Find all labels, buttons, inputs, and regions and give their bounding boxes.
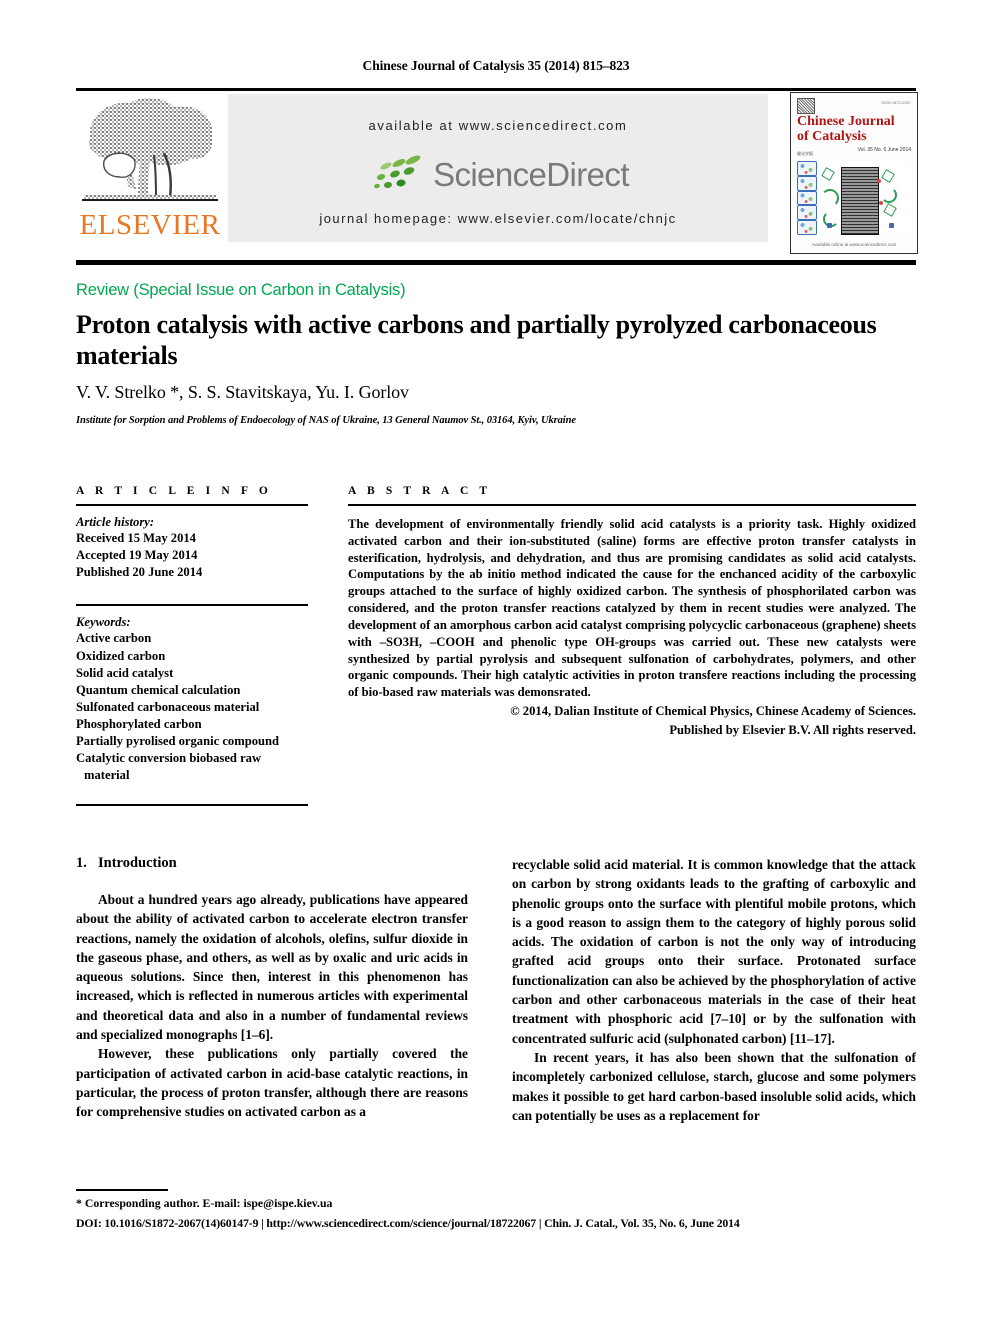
journal-homepage-text: journal homepage: www.elsevier.com/locat… — [319, 211, 677, 226]
body-column-left: 1. Introduction About a hundred years ago… — [76, 855, 468, 1122]
header-bottom-rule — [76, 260, 916, 265]
keyword-item: Oxidized carbon — [76, 648, 166, 663]
elsevier-logo: ELSEVIER — [76, 93, 224, 254]
history-published: Published 20 June 2014 — [76, 565, 203, 580]
page-title: Proton catalysis with active carbons and… — [76, 310, 877, 370]
section-heading-introduction: 1. Introduction — [76, 855, 468, 872]
keyword-item: Solid acid catalyst — [76, 665, 174, 680]
article-history-title: Article history: — [76, 515, 155, 529]
available-at-text: available at www.sciencedirect.com — [368, 118, 628, 133]
cover-title-line1: Chinese Journal — [797, 114, 895, 129]
article-info-heading: A R T I C L E I N F O — [76, 485, 272, 497]
history-accepted: Accepted 19 May 2014 — [76, 548, 198, 563]
author-list: V. V. Strelko *, S. S. Stavitskaya, Yu. … — [76, 382, 409, 402]
journal-article-page: Chinese Journal of Catalysis 35 (2014) 8… — [0, 0, 992, 1323]
cover-square-icon — [827, 223, 832, 228]
cover-title-line2: of Catalysis — [797, 128, 867, 144]
article-info-divider — [76, 504, 308, 506]
journal-cover-thumbnail: ISSN 1872-2067 Chinese Journal of Cataly… — [790, 92, 918, 254]
sciencedirect-logo: ScienceDirect — [228, 150, 768, 198]
article-info-column: A R T I C L E I N F O Article history: R… — [76, 485, 308, 806]
section-title: Introduction — [98, 855, 177, 871]
cover-structure-cell — [797, 161, 817, 176]
keyword-item: Active carbon — [76, 631, 152, 646]
keyword-item: Catalytic conversion biobased raw — [76, 751, 262, 766]
abstract-heading: A B S T R A C T — [348, 485, 492, 497]
elsevier-tree-icon — [82, 98, 218, 201]
keyword-item: Phosphorylated carbon — [76, 717, 202, 731]
article-history-block: Article history: Received 15 May 2014 Ac… — [76, 515, 308, 597]
cover-arrow-icon — [881, 187, 897, 203]
cover-top-bar: ISSN 1872-2067 — [797, 98, 911, 114]
journal-header-band: ELSEVIER available at www.sciencedirect.… — [76, 88, 918, 254]
elsevier-wordmark: ELSEVIER — [79, 209, 221, 241]
cover-hexagon-icon — [821, 167, 835, 181]
cover-structure-cell — [797, 205, 817, 221]
cover-issn: ISSN 1872-2067 — [881, 100, 911, 105]
history-received: Received 15 May 2014 — [76, 531, 196, 545]
footnote-rule — [76, 1189, 168, 1191]
affiliation: Institute for Sorption and Problems of E… — [76, 415, 576, 426]
abstract-text: The development of environmentally frien… — [348, 517, 916, 700]
paragraph: About a hundred years ago already, publi… — [76, 892, 468, 1043]
cover-dot-icon — [877, 179, 881, 183]
cover-artwork — [797, 161, 911, 235]
cover-structure-strip — [797, 161, 817, 235]
sciencedirect-wordmark: ScienceDirect — [433, 155, 629, 193]
header-top-rule — [76, 88, 916, 91]
cover-hexagon-icon — [881, 169, 895, 183]
sciencedirect-banner: available at www.sciencedirect.com Scien… — [228, 94, 768, 242]
cover-square-icon — [889, 223, 894, 228]
abstract-copyright-line-2: Published by Elsevier B.V. All rights re… — [669, 722, 916, 737]
body-column-right: recyclable solid acid material. It is co… — [512, 855, 916, 1125]
keyword-item: Sulfonated carbonaceous material — [76, 699, 260, 714]
info-bottom-divider — [76, 803, 308, 806]
keyword-item: Partially pyrolised organic compound — [76, 734, 280, 749]
abstract-column: A B S T R A C T The development of envir… — [348, 485, 916, 739]
cover-graphene-sheet — [841, 167, 879, 235]
cover-volume-note: Vol. 35 No. 6 June 2014 — [857, 147, 911, 153]
keyword-item-continued: material — [84, 768, 130, 783]
sciencedirect-leaf-icon — [374, 155, 421, 189]
cover-structure-cell — [797, 190, 817, 206]
paragraph: In recent years, it has also been shown … — [512, 1049, 916, 1123]
section-number: 1. — [76, 855, 87, 871]
doi-line: DOI: 10.1016/S1872-2067(14)60147-9 | htt… — [76, 1216, 740, 1230]
cover-dot-icon — [879, 201, 883, 205]
cover-footer-note: Available online at www.sciencedirect.co… — [811, 242, 897, 247]
keywords-block: Keywords: Active carbon Oxidized carbon … — [76, 615, 308, 796]
cover-structure-cell — [797, 220, 817, 235]
cover-arrow-icon — [821, 189, 839, 207]
keywords-title: Keywords: — [76, 615, 131, 630]
running-head: Chinese Journal of Catalysis 35 (2014) 8… — [362, 58, 630, 73]
paragraph: However, these publications only partial… — [76, 1046, 468, 1120]
keywords-divider — [76, 604, 308, 607]
cover-elsevier-mark-icon — [797, 98, 815, 114]
abstract-divider — [348, 504, 916, 506]
keyword-item: Quantum chemical calculation — [76, 682, 241, 697]
paragraph: recyclable solid acid material. It is co… — [512, 857, 916, 1046]
cover-structure-cell — [797, 175, 817, 191]
cover-hexagon-icon — [883, 203, 897, 217]
abstract-copyright-line-1: © 2014, Dalian Institute of Chemical Phy… — [510, 703, 916, 718]
article-type-label: Review (Special Issue on Carbon in Catal… — [76, 281, 406, 299]
corresponding-author-note: * Corresponding author. E-mail: ispe@isp… — [76, 1196, 333, 1210]
cover-title: Chinese Journal of Catalysis — [797, 114, 911, 145]
cover-masthead-note: 催化学报 — [797, 151, 813, 156]
